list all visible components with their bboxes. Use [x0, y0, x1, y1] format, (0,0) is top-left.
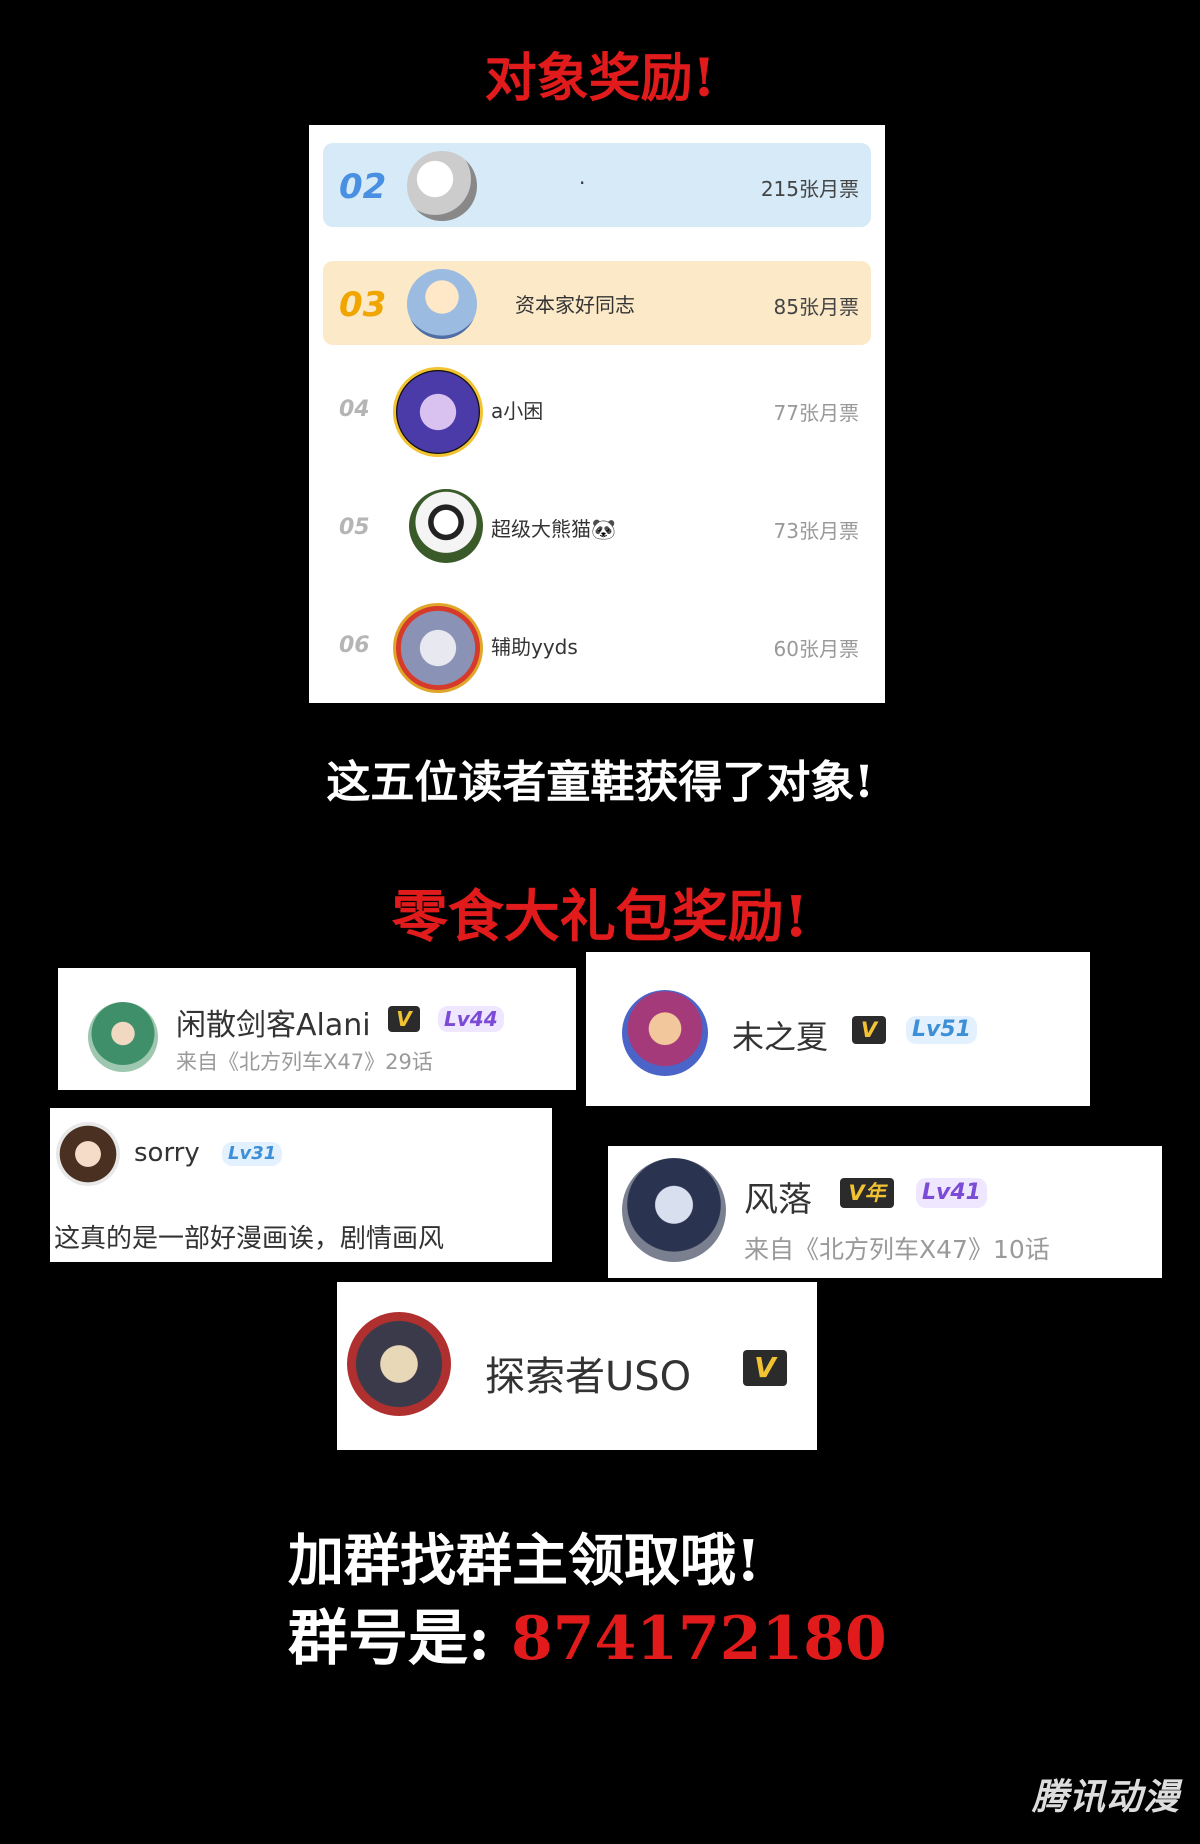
user-name: 未之夏: [732, 1018, 829, 1056]
rank-number: 04: [339, 397, 370, 422]
user-name: 资本家好同志: [515, 293, 635, 317]
user-name: ·: [579, 171, 586, 195]
vip-badge: V: [388, 1006, 420, 1032]
level-badge: Lv41: [916, 1178, 987, 1208]
user-name: 辅助yyds: [491, 635, 578, 659]
vip-badge: V: [852, 1016, 886, 1044]
vote-count: 60张月票: [773, 637, 859, 661]
vote-count: 85张月票: [773, 295, 859, 319]
user-name: sorry: [134, 1138, 200, 1168]
source-text: 来自《北方列车X47》29话: [176, 1050, 433, 1074]
user-name: 超级大熊猫🐼: [491, 517, 616, 541]
group-number[interactable]: 874172180: [511, 1604, 887, 1674]
rank-number: 02: [339, 167, 387, 207]
comment-card-weizhixia[interactable]: 未之夏 V Lv51: [586, 952, 1090, 1106]
vip-badge: V年: [840, 1178, 894, 1208]
group-number-prefix: 群号是:: [288, 1604, 491, 1674]
vip-badge: V: [743, 1350, 787, 1386]
monthly-ticket-ranking-panel: 02 · 215张月票 03 资本家好同志 85张月票 04 a小困 77张月票…: [309, 125, 885, 703]
ranking-row-06[interactable]: 06 辅助yyds 60张月票: [323, 603, 871, 693]
avatar: [407, 151, 477, 221]
avatar: [407, 269, 477, 339]
level-badge: Lv31: [222, 1142, 283, 1166]
rank-number: 05: [339, 515, 370, 540]
tencent-comic-watermark: 腾讯动漫: [1031, 1777, 1180, 1818]
partner-winners-text: 这五位读者童鞋获得了对象!: [326, 757, 874, 808]
avatar: [88, 1002, 158, 1072]
avatar: [622, 990, 708, 1076]
level-badge: Lv44: [438, 1006, 504, 1032]
user-name: 风落: [744, 1180, 812, 1220]
user-name: 闲散剑客Alani: [176, 1008, 371, 1043]
ranking-row-02[interactable]: 02 · 215张月票: [323, 143, 871, 227]
avatar: [622, 1158, 726, 1262]
avatar: [347, 1312, 451, 1416]
rank-number: 06: [339, 633, 370, 658]
join-group-text: 加群找群主领取哦!: [288, 1528, 761, 1594]
comment-card-sorry[interactable]: sorry Lv31 这真的是一部好漫画诶，剧情画风: [50, 1108, 552, 1262]
user-name: 探索者USO: [485, 1354, 692, 1400]
avatar: [393, 603, 483, 693]
partner-reward-heading: 对象奖励!: [484, 48, 716, 109]
comment-card-alani[interactable]: 闲散剑客Alani V Lv44 来自《北方列车X47》29话: [58, 968, 576, 1090]
comment-card-fengluo[interactable]: 风落 V年 Lv41 来自《北方列车X47》10话: [608, 1146, 1162, 1278]
vote-count: 215张月票: [760, 177, 859, 201]
vote-count: 73张月票: [773, 519, 859, 543]
rank-number: 03: [339, 285, 387, 325]
ranking-row-03[interactable]: 03 资本家好同志 85张月票: [323, 261, 871, 345]
comment-text: 这真的是一部好漫画诶，剧情画风: [54, 1224, 445, 1254]
ranking-row-05[interactable]: 05 超级大熊猫🐼 73张月票: [323, 485, 871, 569]
avatar: [409, 489, 483, 563]
level-badge: Lv51: [906, 1016, 977, 1044]
vote-count: 77张月票: [773, 401, 859, 425]
avatar: [393, 367, 483, 457]
group-number-line: 群号是: 874172180: [288, 1590, 1188, 1677]
source-text: 来自《北方列车X47》10话: [744, 1235, 1050, 1264]
user-name: a小困: [491, 399, 544, 423]
ranking-row-04[interactable]: 04 a小困 77张月票: [323, 367, 871, 457]
avatar: [56, 1122, 120, 1186]
comment-card-uso[interactable]: 探索者USO V: [337, 1282, 817, 1450]
snack-reward-heading: 零食大礼包奖励!: [391, 884, 809, 950]
